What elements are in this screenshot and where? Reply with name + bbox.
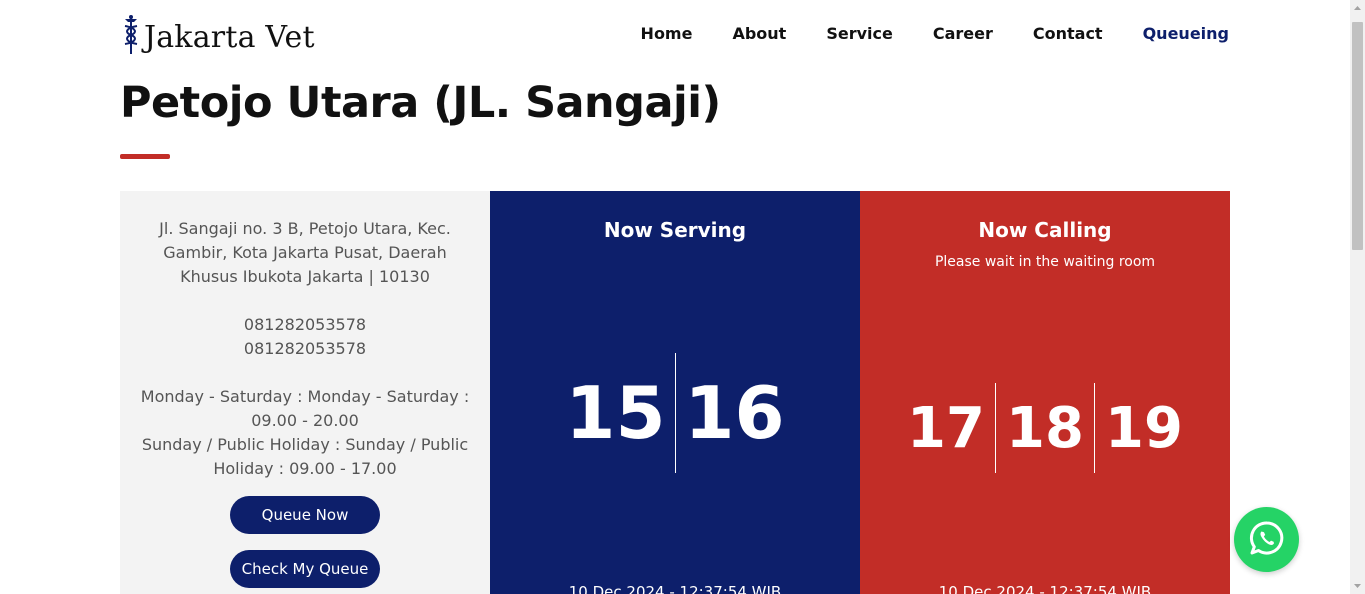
- brand-name: Jakarta Vet: [144, 19, 315, 55]
- nav-queueing[interactable]: Queueing: [1143, 24, 1229, 43]
- nav-about[interactable]: About: [732, 24, 786, 43]
- calling-timestamp: 10 Dec 2024 - 12:37:54 WIB: [938, 583, 1152, 594]
- whatsapp-chat-button[interactable]: [1234, 507, 1299, 572]
- hours-weekday: Monday - Saturday : Monday - Saturday : …: [140, 387, 470, 430]
- nav-career[interactable]: Career: [933, 24, 993, 43]
- site-logo[interactable]: Jakarta Vet: [120, 14, 315, 60]
- calling-number: 17: [907, 395, 985, 461]
- hours-holiday: Sunday / Public Holiday : Sunday / Publi…: [141, 435, 469, 478]
- branch-hours: Monday - Saturday : Monday - Saturday : …: [140, 385, 470, 481]
- check-my-queue-button[interactable]: Check My Queue: [230, 550, 380, 588]
- site-header: Jakarta Vet Home About Service Career Co…: [0, 0, 1350, 72]
- phone-number-1: 081282053578: [243, 315, 367, 334]
- scrollbar-thumb[interactable]: [1352, 22, 1363, 250]
- calling-number: 19: [1105, 395, 1183, 461]
- now-serving-heading: Now Serving: [603, 218, 747, 242]
- page-scrollbar[interactable]: [1350, 0, 1365, 594]
- now-calling-heading: Now Calling: [978, 218, 1112, 242]
- calling-numbers: 17 18 19: [860, 383, 1230, 473]
- serving-numbers: 15 16: [490, 353, 860, 473]
- branch-phones: 081282053578 081282053578: [140, 313, 470, 361]
- nav-home[interactable]: Home: [641, 24, 693, 43]
- queue-now-button[interactable]: Queue Now: [230, 496, 380, 534]
- branch-info-panel: Jl. Sangaji no. 3 B, Petojo Utara, Kec. …: [120, 191, 490, 594]
- now-calling-panel: Now Calling Please wait in the waiting r…: [860, 191, 1230, 594]
- calling-number: 18: [1006, 395, 1084, 461]
- page-title: Petojo Utara (JL. Sangaji): [120, 78, 721, 128]
- serving-number: 15: [565, 371, 666, 455]
- nav-contact[interactable]: Contact: [1033, 24, 1103, 43]
- title-underline: [120, 154, 170, 159]
- main-nav: Home About Service Career Contact Queuei…: [641, 24, 1229, 43]
- branch-address: Jl. Sangaji no. 3 B, Petojo Utara, Kec. …: [159, 219, 451, 286]
- scroll-down-arrow-icon[interactable]: [1350, 577, 1365, 594]
- serving-number: 16: [684, 371, 785, 455]
- nav-service[interactable]: Service: [826, 24, 893, 43]
- whatsapp-icon: [1248, 519, 1286, 561]
- caduceus-icon: [120, 14, 142, 60]
- phone-number-2: 081282053578: [243, 339, 367, 358]
- now-serving-panel: Now Serving 15 16 10 Dec 2024 - 12:37:54…: [490, 191, 860, 594]
- now-calling-subtitle: Please wait in the waiting room: [934, 254, 1156, 270]
- serving-timestamp: 10 Dec 2024 - 12:37:54 WIB: [568, 583, 782, 594]
- scroll-up-arrow-icon[interactable]: [1350, 0, 1365, 17]
